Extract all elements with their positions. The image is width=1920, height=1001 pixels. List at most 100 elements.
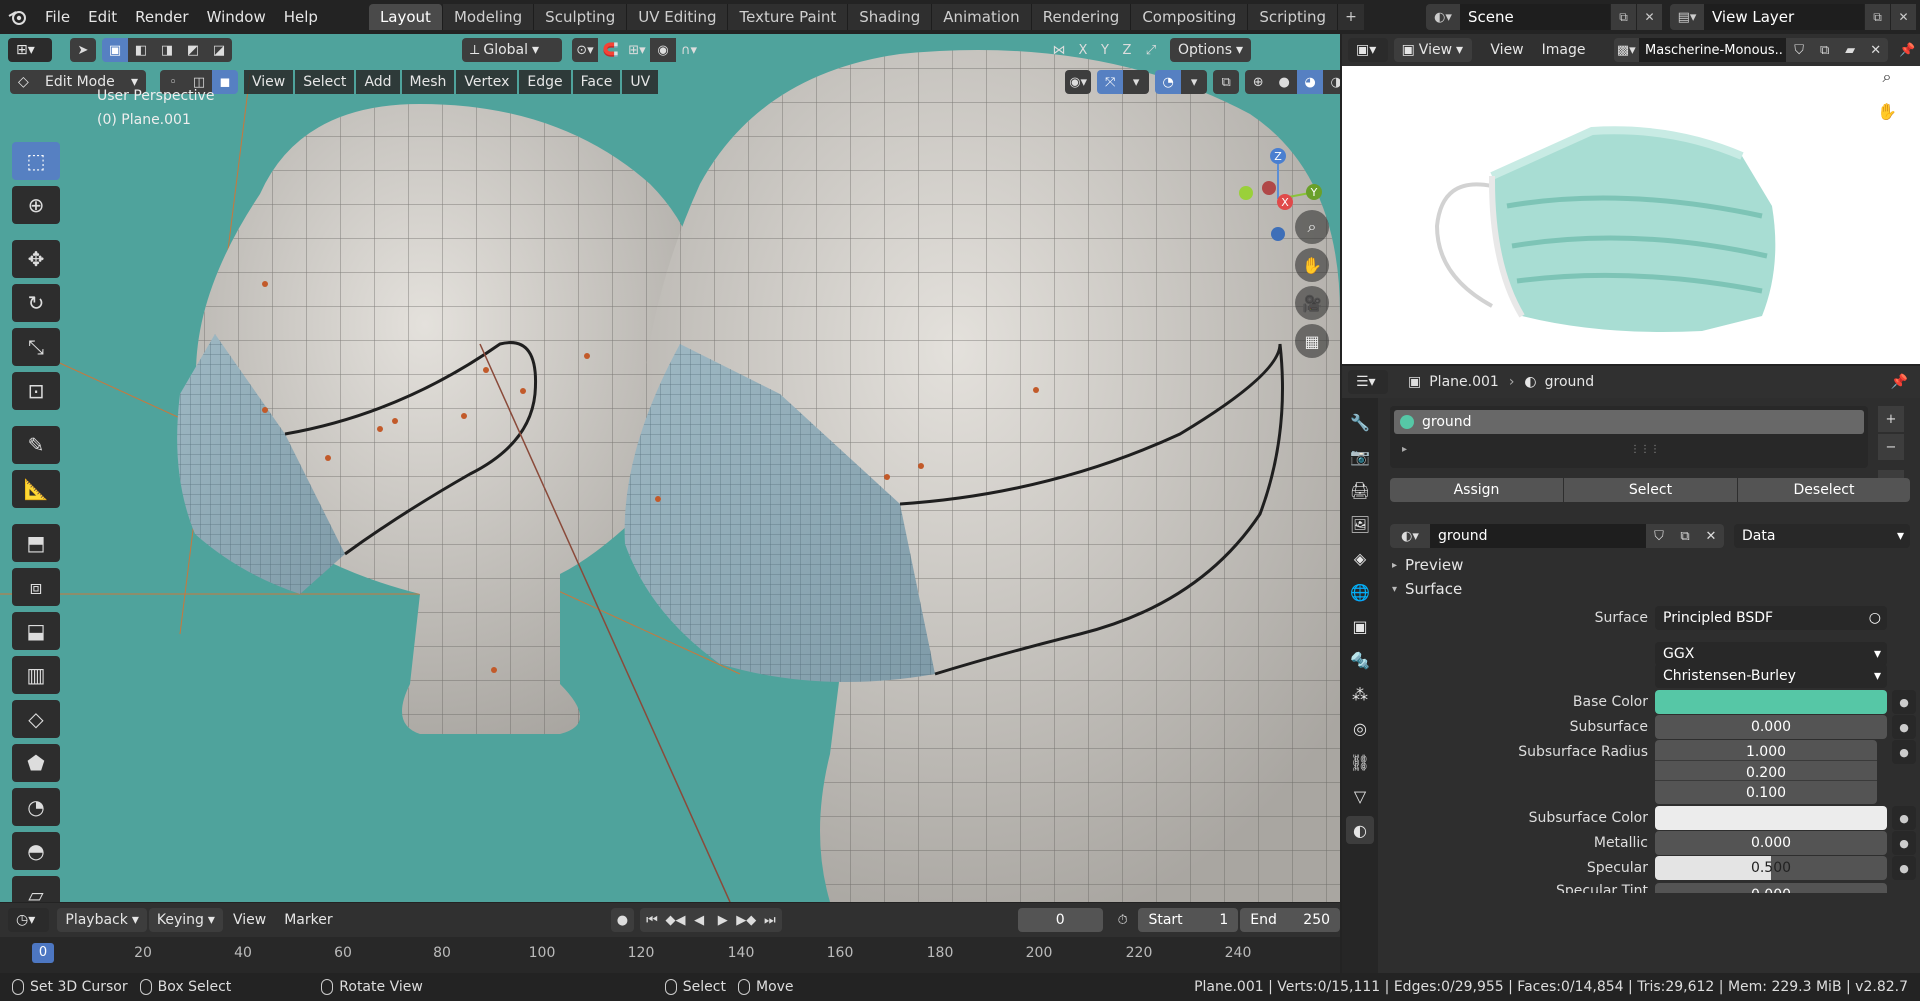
fake-user-icon[interactable]: ⛉ xyxy=(1646,524,1672,548)
material-name-field[interactable]: ground xyxy=(1430,524,1646,548)
cursor-select-icon[interactable]: ➤ xyxy=(70,38,96,62)
link-dropdown[interactable]: Data ▾ xyxy=(1734,524,1910,548)
annotate-tool-icon[interactable]: ✎ xyxy=(12,426,60,464)
zoom-icon[interactable]: ⌕ xyxy=(1295,210,1329,244)
material-browse-icon[interactable]: ◐▾ xyxy=(1390,524,1430,548)
subsurface-field[interactable]: 0.000 xyxy=(1655,715,1887,739)
playback-dropdown[interactable]: Playback ▾ xyxy=(57,908,147,932)
bevel-tool-icon[interactable]: ⬓ xyxy=(12,612,60,650)
pivot-point-icon[interactable]: ⊙▾ xyxy=(572,38,598,62)
constraints-tab-icon[interactable]: ⛓ xyxy=(1346,748,1374,776)
deselect-button[interactable]: Deselect xyxy=(1738,478,1910,502)
distribution-dropdown[interactable]: GGX ▾ xyxy=(1655,642,1887,666)
render-tab-icon[interactable]: 📷 xyxy=(1346,442,1374,470)
properties-editor-type-button[interactable]: ☰▾ xyxy=(1348,370,1388,394)
prev-keyframe-icon[interactable]: ◆◀ xyxy=(663,908,688,932)
rendered-shading-icon[interactable]: ◑ xyxy=(1323,70,1340,94)
select-extend-icon[interactable]: ◧ xyxy=(128,38,154,62)
select-intersect-icon[interactable]: ◪ xyxy=(206,38,232,62)
data-tab-icon[interactable]: ▽ xyxy=(1346,782,1374,810)
add-workspace-button[interactable]: + xyxy=(1338,4,1365,30)
open-image-icon[interactable]: ▰ xyxy=(1837,38,1863,62)
play-reverse-icon[interactable]: ◀ xyxy=(687,908,711,932)
tab-modeling[interactable]: Modeling xyxy=(442,4,535,30)
pin-icon[interactable]: 📌 xyxy=(1891,374,1908,390)
specular-field[interactable]: 0.500 xyxy=(1655,856,1887,880)
socket-dot-icon[interactable]: ● xyxy=(1892,690,1916,714)
material-tab-icon[interactable]: ◐ xyxy=(1346,816,1374,844)
tab-animation[interactable]: Animation xyxy=(932,4,1032,30)
image-menu-view[interactable]: View xyxy=(1482,38,1531,62)
expand-icon[interactable]: ▸ xyxy=(1402,444,1407,455)
gizmo-toggle-icon[interactable]: ⤧ xyxy=(1097,70,1124,94)
jump-start-icon[interactable]: ⏮ xyxy=(640,908,664,932)
play-icon[interactable]: ▶ xyxy=(710,908,735,932)
modifier-tab-icon[interactable]: 🔩 xyxy=(1346,646,1374,674)
surface-shader-field[interactable]: Principled BSDF ○ xyxy=(1655,606,1887,630)
socket-dot-icon[interactable]: ● xyxy=(1892,856,1916,880)
image-pan-icon[interactable]: ✋ xyxy=(1872,96,1902,126)
tab-rendering[interactable]: Rendering xyxy=(1031,4,1132,30)
mirror-z-toggle[interactable]: Z xyxy=(1116,38,1138,62)
select-subtract-icon[interactable]: ◨ xyxy=(154,38,180,62)
overlays-icon[interactable]: ◔ xyxy=(1155,70,1182,94)
gizmo-neg-y[interactable] xyxy=(1239,186,1253,200)
pin-icon[interactable]: 📌 xyxy=(1894,38,1920,62)
new-view-layer-icon[interactable]: ⧉ xyxy=(1864,4,1890,30)
menu-edge[interactable]: Edge xyxy=(519,70,571,94)
socket-dot-icon[interactable]: ● xyxy=(1892,806,1916,830)
pan-hand-icon[interactable]: ✋ xyxy=(1295,248,1329,282)
object-tab-icon[interactable]: ▣ xyxy=(1346,612,1374,640)
scene-icon[interactable]: ◐▾ xyxy=(1426,4,1460,30)
extrude-tool-icon[interactable]: ⬒ xyxy=(12,524,60,562)
scene-tab-icon[interactable]: ◈ xyxy=(1346,544,1374,572)
smooth-tool-icon[interactable]: ◓ xyxy=(12,832,60,870)
image-browse-icon[interactable]: ▩▾ xyxy=(1613,38,1640,62)
menu-uv[interactable]: UV xyxy=(622,70,659,94)
camera-view-icon[interactable]: 🎥 xyxy=(1295,286,1329,320)
menu-window[interactable]: Window xyxy=(198,0,275,34)
duplicate-material-icon[interactable]: ⧉ xyxy=(1672,524,1698,548)
snap-toggle-icon[interactable]: 🧲 xyxy=(598,38,624,62)
preview-panel-header[interactable]: ▸ Preview xyxy=(1392,556,1463,574)
physics-tab-icon[interactable]: ◎ xyxy=(1346,714,1374,742)
stopwatch-icon[interactable]: ⏱ xyxy=(1111,908,1135,932)
snap-target-icon[interactable]: ⊞▾ xyxy=(624,38,650,62)
unlink-material-icon[interactable]: ✕ xyxy=(1698,524,1724,548)
tab-uv-editing[interactable]: UV Editing xyxy=(627,4,729,30)
gizmo-neg-x[interactable] xyxy=(1262,181,1276,195)
wireframe-shading-icon[interactable]: ⊕ xyxy=(1245,70,1272,94)
remove-slot-icon[interactable]: − xyxy=(1878,434,1904,460)
image-editor-type-button[interactable]: ▣▾ xyxy=(1348,38,1388,62)
specular-tint-field[interactable]: 0.000 xyxy=(1655,883,1887,893)
unlink-image-icon[interactable]: ✕ xyxy=(1862,38,1889,62)
view-layer-name-field[interactable]: View Layer xyxy=(1704,4,1864,30)
remove-view-layer-icon[interactable]: ✕ xyxy=(1890,4,1916,30)
tab-scripting[interactable]: Scripting xyxy=(1248,4,1339,30)
output-tab-icon[interactable]: 🖨 xyxy=(1346,476,1374,504)
subsurface-method-dropdown[interactable]: Christensen-Burley ▾ xyxy=(1655,664,1887,688)
scene-name-field[interactable]: Scene xyxy=(1460,4,1610,30)
menu-face[interactable]: Face xyxy=(572,70,621,94)
tab-sculpting[interactable]: Sculpting xyxy=(534,4,628,30)
move-tool-icon[interactable]: ✥ xyxy=(12,240,60,278)
timeline-view-menu[interactable]: View xyxy=(225,908,274,932)
assign-button[interactable]: Assign xyxy=(1390,478,1563,502)
view-layer-tab-icon[interactable]: 🖼 xyxy=(1346,510,1374,538)
topology-mirror-icon[interactable]: ⤢ xyxy=(1138,38,1164,62)
xray-icon[interactable]: ⧉ xyxy=(1213,70,1240,94)
options-dropdown[interactable]: Options ▾ xyxy=(1170,38,1252,62)
resize-handle-icon[interactable]: ⋮⋮⋮ xyxy=(1630,444,1660,455)
menu-select[interactable]: Select xyxy=(295,70,355,94)
add-slot-icon[interactable]: + xyxy=(1878,406,1904,432)
select-invert-icon[interactable]: ◩ xyxy=(180,38,206,62)
image-menu-image[interactable]: Image xyxy=(1534,38,1594,62)
timeline-ruler[interactable]: 0 20 40 60 80 100 120 140 160 180 200 22… xyxy=(0,937,1340,973)
subsurface-radius-z[interactable]: 0.100 xyxy=(1655,780,1877,804)
current-frame-field[interactable]: 0 xyxy=(1017,908,1103,932)
menu-file[interactable]: File xyxy=(36,0,79,34)
select-new-icon[interactable]: ▣ xyxy=(102,38,128,62)
new-scene-icon[interactable]: ⧉ xyxy=(1610,4,1636,30)
fake-user-icon[interactable]: ⛉ xyxy=(1786,38,1812,62)
socket-dot-icon[interactable]: ● xyxy=(1892,715,1916,739)
